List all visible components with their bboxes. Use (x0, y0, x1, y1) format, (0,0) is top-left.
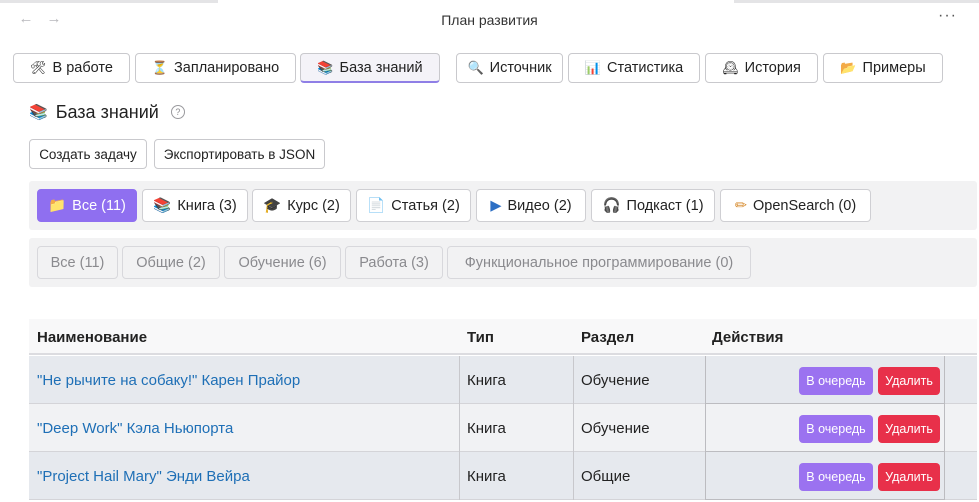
filter-label: Все (11) (72, 197, 126, 214)
title-bar: ← → План развития ··· (0, 3, 979, 39)
clock-icon: 🕰 (722, 60, 739, 75)
tab-knowledge-base[interactable]: 📚 База знаний (300, 53, 440, 83)
item-section: Обучение (581, 419, 650, 437)
add-to-queue-button[interactable]: В очередь (799, 415, 873, 443)
row-actions: В очередь Удалить (705, 452, 945, 500)
tab-label: Статистика (607, 60, 684, 76)
item-title-link[interactable]: "Project Hail Mary" Энди Вейра (29, 452, 250, 500)
section-filter-bar: Все (11) Общие (2) Обучение (6) Работа (… (29, 238, 977, 287)
filter-section-general[interactable]: Общие (2) (122, 246, 220, 279)
filter-label: Видео (2) (507, 197, 572, 214)
tab-in-progress[interactable]: 🛠 В работе (13, 53, 130, 83)
hourglass-icon: ⏳ (151, 60, 169, 75)
folder-icon: 📁 (48, 198, 67, 214)
window-title: План развития (441, 12, 538, 28)
filter-label: OpenSearch (0) (752, 197, 857, 214)
more-options-button[interactable]: ··· (938, 7, 957, 25)
row-actions: В очередь Удалить (705, 356, 945, 404)
tab-planned[interactable]: ⏳ Запланировано (135, 53, 296, 83)
filter-label: Курс (2) (287, 197, 340, 214)
table-row: "Project Hail Mary" Энди Вейра Книга Общ… (29, 452, 977, 500)
tab-examples[interactable]: 📂 Примеры (823, 53, 943, 83)
add-to-queue-button[interactable]: В очередь (799, 367, 873, 395)
filter-label: Подкаст (1) (626, 197, 704, 214)
play-icon: ▶ (490, 197, 502, 214)
item-title-link[interactable]: "Не рычите на собаку!" Карен Прайор (29, 356, 300, 404)
bar-chart-icon: 📊 (584, 60, 602, 75)
item-section: Обучение (581, 371, 650, 389)
tab-label: Запланировано (174, 60, 280, 76)
tab-label: База знаний (339, 59, 423, 76)
tab-history[interactable]: 🕰 История (705, 53, 818, 83)
pencil-icon: ✏ (734, 197, 747, 214)
tab-source[interactable]: 🔍 Источник (456, 53, 563, 83)
tab-statistics[interactable]: 📊 Статистика (568, 53, 700, 83)
item-type: Книга (467, 371, 506, 389)
page-title: 📚 База знаний ? (29, 100, 185, 124)
tab-label: В работе (52, 60, 113, 76)
column-header-actions: Действия (712, 329, 784, 346)
folder-icon: 📂 (840, 60, 857, 75)
item-type: Книга (467, 419, 506, 437)
filter-type-book[interactable]: 📚 Книга (3) (142, 189, 248, 222)
row-actions: В очередь Удалить (705, 404, 945, 452)
table-row: "Deep Work" Кэла Ньюпорта Книга Обучение… (29, 404, 977, 452)
delete-button[interactable]: Удалить (878, 415, 940, 443)
tab-label: Источник (489, 60, 552, 76)
graduation-cap-icon: 🎓 (263, 198, 282, 214)
filter-section-all[interactable]: Все (11) (37, 246, 118, 279)
filter-section-functional-programming[interactable]: Функциональное программирование (0) (447, 246, 751, 279)
filter-section-learning[interactable]: Обучение (6) (224, 246, 341, 279)
filter-type-opensearch[interactable]: ✏ OpenSearch (0) (720, 189, 871, 222)
table-row: "Не рычите на собаку!" Карен Прайор Книг… (29, 356, 977, 404)
column-header-section: Раздел (581, 329, 635, 346)
books-icon: 📚 (317, 59, 334, 75)
item-type: Книга (467, 467, 506, 485)
magnifier-icon: 🔍 (467, 60, 484, 75)
type-filter-bar: 📁 Все (11) 📚 Книга (3) 🎓 Курс (2) 📄 Стат… (29, 181, 977, 230)
books-icon: 📚 (29, 104, 48, 121)
filter-type-course[interactable]: 🎓 Курс (2) (252, 189, 351, 222)
column-header-name: Наименование (37, 329, 148, 346)
headphones-icon: 🎧 (602, 198, 621, 214)
item-title-link[interactable]: "Deep Work" Кэла Ньюпорта (29, 404, 233, 452)
filter-type-article[interactable]: 📄 Статья (2) (356, 189, 471, 222)
filter-label: Статья (2) (391, 197, 460, 214)
create-task-button[interactable]: Создать задачу (29, 139, 147, 169)
export-json-button[interactable]: Экспортировать в JSON (154, 139, 325, 169)
filter-section-work[interactable]: Работа (3) (345, 246, 443, 279)
add-to-queue-button[interactable]: В очередь (799, 463, 873, 491)
tab-label: История (744, 60, 801, 76)
delete-button[interactable]: Удалить (878, 367, 940, 395)
page-title-text: База знаний (55, 101, 159, 122)
books-icon: 📚 (153, 198, 172, 214)
delete-button[interactable]: Удалить (878, 463, 940, 491)
filter-type-video[interactable]: ▶ Видео (2) (476, 189, 586, 222)
filter-type-podcast[interactable]: 🎧 Подкаст (1) (591, 189, 715, 222)
column-header-type: Тип (467, 329, 494, 346)
filter-type-all[interactable]: 📁 Все (11) (37, 189, 137, 222)
page-icon: 📄 (367, 198, 386, 214)
table-header: Наименование Тип Раздел Действия (29, 319, 977, 355)
item-section: Общие (581, 467, 631, 485)
tools-icon: 🛠 (30, 60, 47, 75)
tab-label: Примеры (862, 60, 926, 76)
help-icon[interactable]: ? (170, 105, 185, 119)
filter-label: Книга (3) (177, 197, 237, 214)
